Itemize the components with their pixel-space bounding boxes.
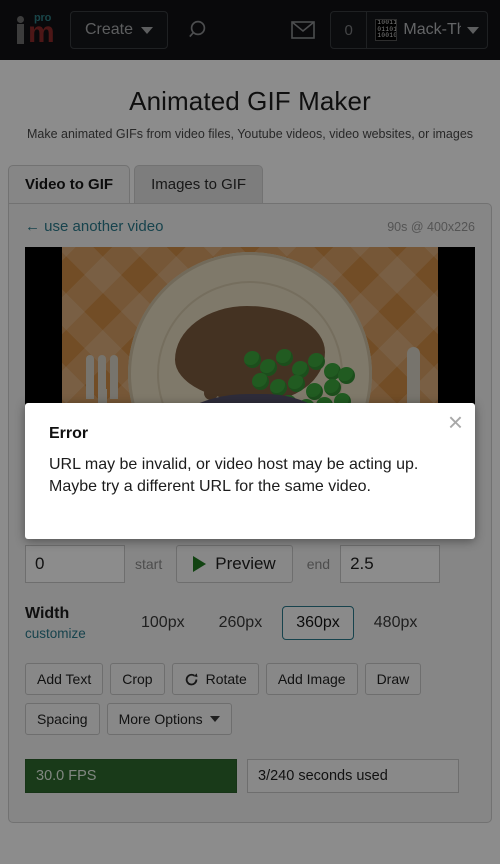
error-dialog-title: Error — [49, 425, 89, 442]
error-dialog-message: URL may be invalid, or video host may be… — [49, 456, 419, 495]
close-icon[interactable]: × — [448, 409, 463, 435]
error-dialog: × Error URL may be invalid, or video hos… — [25, 403, 475, 539]
